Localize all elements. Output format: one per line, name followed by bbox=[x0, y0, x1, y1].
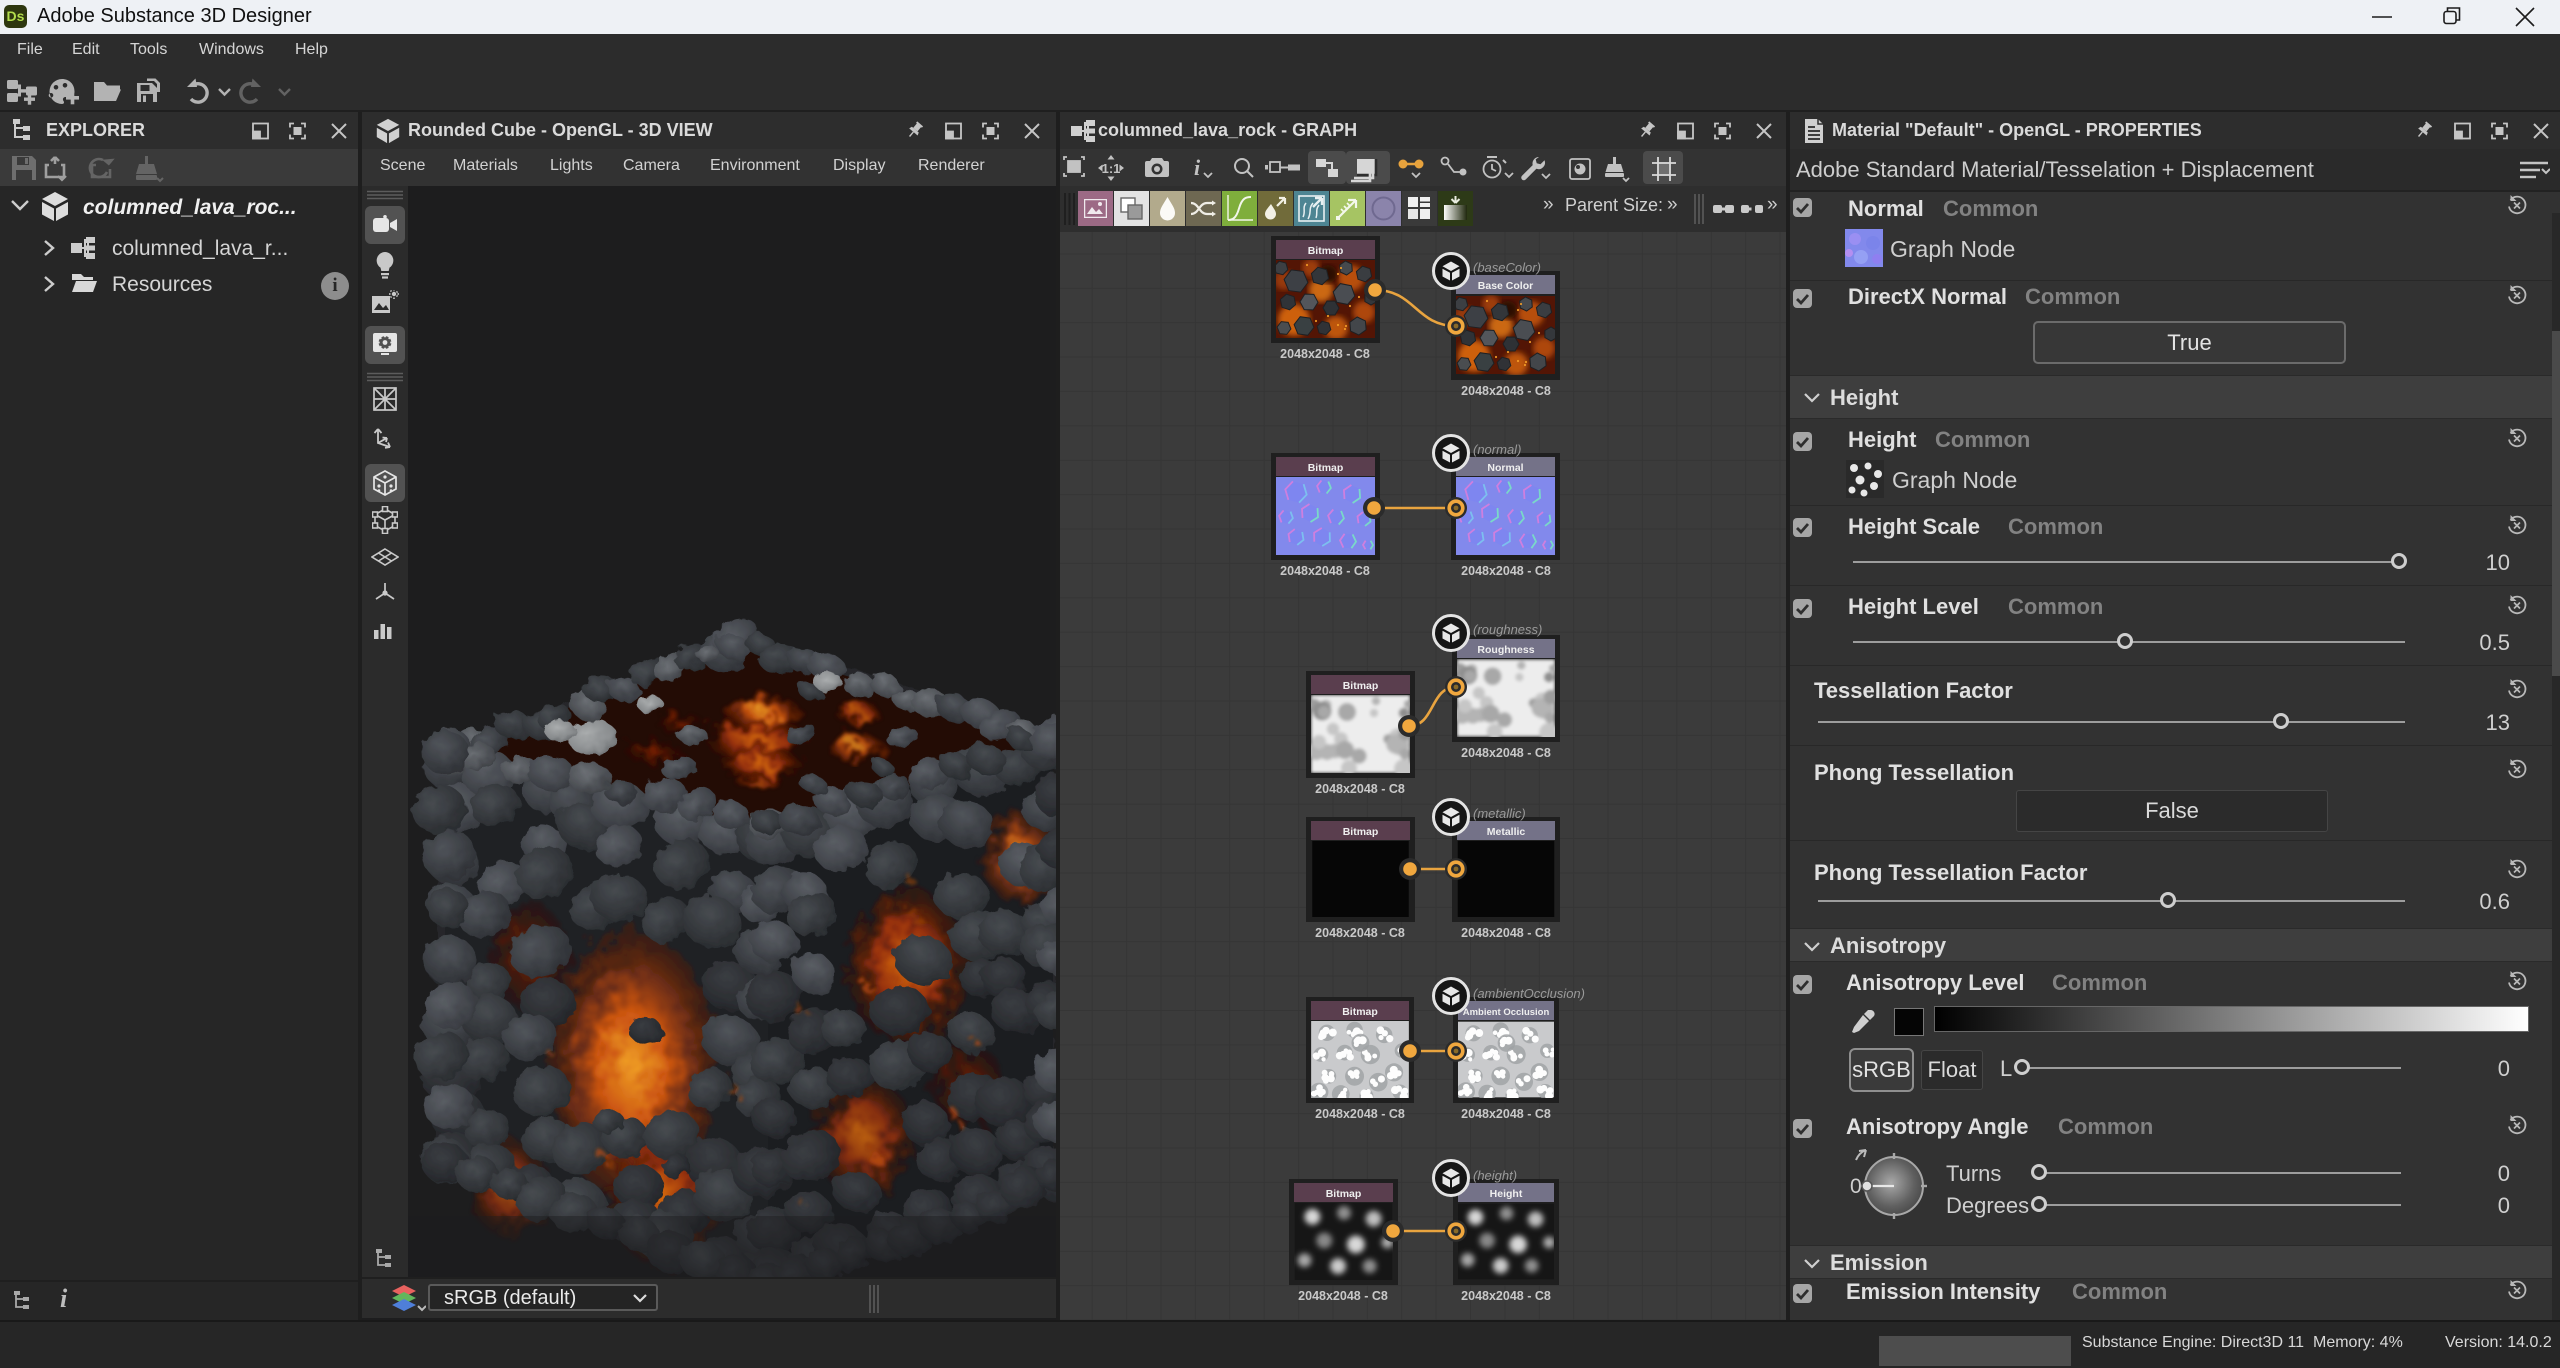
svg-text:2048x2048 - C8: 2048x2048 - C8 bbox=[1461, 926, 1551, 940]
svg-text:2048x2048 - C8: 2048x2048 - C8 bbox=[1280, 347, 1370, 361]
svg-text:(ambientOcclusion): (ambientOcclusion) bbox=[1473, 986, 1585, 1001]
svg-text:Normal: Normal bbox=[1487, 462, 1523, 474]
svg-text:Base Color: Base Color bbox=[1478, 280, 1533, 292]
svg-text:(baseColor): (baseColor) bbox=[1473, 260, 1541, 275]
svg-text:Bitmap: Bitmap bbox=[1343, 680, 1379, 692]
svg-text:2048x2048 - C8: 2048x2048 - C8 bbox=[1461, 1289, 1551, 1303]
svg-text:0: 0 bbox=[1850, 1175, 1862, 1198]
svg-text:i: i bbox=[1194, 155, 1201, 180]
svg-text:Bitmap: Bitmap bbox=[1308, 462, 1344, 474]
svg-text:(height): (height) bbox=[1473, 1168, 1517, 1183]
svg-text:Metallic: Metallic bbox=[1487, 826, 1526, 838]
svg-text:2048x2048 - C8: 2048x2048 - C8 bbox=[1461, 746, 1551, 760]
svg-text:(normal): (normal) bbox=[1473, 442, 1521, 457]
svg-text:2048x2048 - C8: 2048x2048 - C8 bbox=[1461, 1107, 1551, 1121]
svg-text:Bitmap: Bitmap bbox=[1326, 1188, 1362, 1200]
svg-text:2048x2048 - C8: 2048x2048 - C8 bbox=[1298, 1289, 1388, 1303]
svg-text:Roughness: Roughness bbox=[1477, 644, 1534, 656]
svg-text:2048x2048 - C8: 2048x2048 - C8 bbox=[1280, 564, 1370, 578]
svg-text:Bitmap: Bitmap bbox=[1308, 245, 1344, 257]
svg-text:Height: Height bbox=[1490, 1188, 1523, 1200]
svg-text:1:1: 1:1 bbox=[1102, 161, 1121, 176]
svg-text:Bitmap: Bitmap bbox=[1342, 1006, 1378, 1018]
svg-text:2048x2048 - C8: 2048x2048 - C8 bbox=[1461, 384, 1551, 398]
svg-text:2048x2048 - C8: 2048x2048 - C8 bbox=[1315, 1107, 1405, 1121]
svg-text:(metallic): (metallic) bbox=[1473, 806, 1526, 821]
svg-text:Bitmap: Bitmap bbox=[1343, 826, 1379, 838]
svg-text:2048x2048 - C8: 2048x2048 - C8 bbox=[1315, 782, 1405, 796]
svg-text:Ambient Occlusion: Ambient Occlusion bbox=[1463, 1007, 1550, 1018]
svg-text:(roughness): (roughness) bbox=[1473, 622, 1542, 637]
svg-text:2048x2048 - C8: 2048x2048 - C8 bbox=[1315, 926, 1405, 940]
svg-text:2048x2048 - C8: 2048x2048 - C8 bbox=[1461, 564, 1551, 578]
